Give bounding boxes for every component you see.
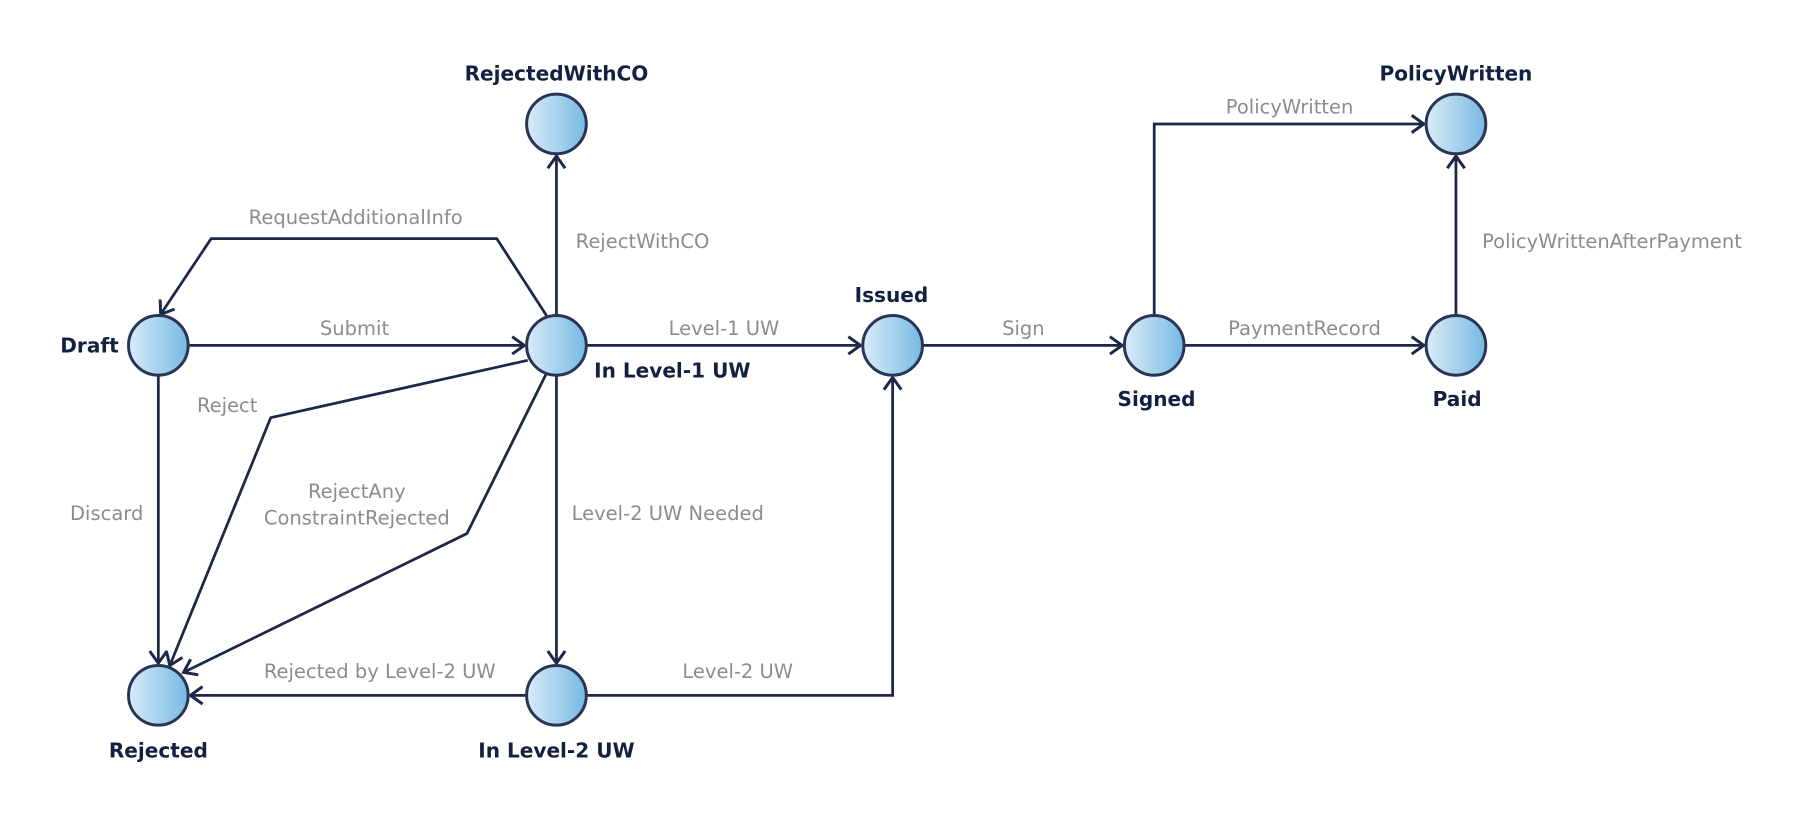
state-node[interactable] — [1122, 314, 1186, 377]
transition-l2needed[interactable]: Level-2 UW Needed — [546, 375, 764, 666]
state-signed[interactable]: Signed — [1118, 314, 1196, 412]
transition-rejl2[interactable]: Rejected by Level-2 UW — [187, 660, 527, 706]
state-policy[interactable]: PolicyWritten — [1380, 61, 1533, 156]
state-node[interactable] — [861, 314, 924, 377]
state-label: Rejected — [109, 738, 208, 762]
transition-rejectco[interactable]: RejectWithCO — [546, 153, 710, 316]
state-label: Issued — [855, 283, 929, 307]
state-node[interactable] — [1424, 314, 1488, 377]
transition-pwap[interactable]: PolicyWrittenAfterPayment — [1446, 153, 1742, 316]
state-issued[interactable]: Issued — [855, 283, 929, 377]
state-rejco[interactable]: RejectedWithCO — [465, 61, 649, 156]
transition-l1uw[interactable]: Level-1 UW — [586, 317, 864, 356]
transition-l2uw[interactable]: Level-2 UW — [586, 374, 903, 697]
state-node[interactable] — [525, 314, 588, 377]
transition-label: Reject — [197, 394, 258, 417]
transition-label: RequestAdditionalInfo — [249, 206, 463, 229]
transition-label: PolicyWritten — [1226, 96, 1354, 119]
transition-rejectany[interactable]: RejectAny ConstraintRejected — [181, 373, 548, 677]
transition-line[interactable] — [1152, 122, 1424, 316]
state-paid[interactable]: Paid — [1424, 314, 1488, 412]
transition-label: Submit — [320, 317, 390, 340]
transition-payment[interactable]: PaymentRecord — [1184, 317, 1427, 356]
state-draft[interactable]: Draft — [60, 314, 190, 377]
state-rejected[interactable]: Rejected — [109, 663, 208, 762]
state-node[interactable] — [1424, 92, 1488, 156]
state-label: Signed — [1118, 387, 1196, 411]
transition-label: Sign — [1002, 317, 1045, 340]
state-label: Draft — [60, 333, 119, 357]
transition-policywritten[interactable]: PolicyWritten — [1152, 96, 1427, 316]
transition-discard[interactable]: Discard — [70, 375, 169, 666]
state-node[interactable] — [127, 663, 190, 727]
state-label: RejectedWithCO — [465, 61, 649, 85]
transition-label: Level-1 UW — [669, 317, 780, 340]
transition-label: Discard — [70, 502, 143, 525]
state-label: PolicyWritten — [1380, 61, 1533, 85]
transition-label: Level-2 UW Needed — [572, 502, 764, 525]
transition-label: Rejected by Level-2 UW — [264, 660, 496, 683]
state-node[interactable] — [127, 314, 190, 377]
transition-sign[interactable]: Sign — [922, 317, 1125, 356]
transition-line[interactable] — [586, 377, 894, 697]
state-label: In Level-2 UW — [478, 738, 634, 762]
state-node[interactable] — [525, 92, 588, 156]
transition-label: RejectAny — [308, 480, 406, 503]
transition-label: ConstraintRejected — [264, 506, 450, 529]
transition-line[interactable] — [159, 237, 549, 318]
state-diagram: Submit RequestAdditionalInfo RejectWithCO L… — [60, 61, 1742, 762]
transition-label: PaymentRecord — [1228, 317, 1381, 340]
state-node[interactable] — [525, 663, 588, 727]
state-label: Paid — [1433, 387, 1482, 411]
transition-label: RejectWithCO — [576, 230, 710, 253]
transition-label: PolicyWrittenAfterPayment — [1482, 230, 1742, 253]
transition-label: Level-2 UW — [682, 660, 793, 683]
state-l2[interactable]: In Level-2 UW — [478, 663, 635, 762]
transition-submit[interactable]: Submit — [188, 317, 527, 356]
transition-reqinfo[interactable]: RequestAdditionalInfo — [158, 206, 549, 318]
state-label: In Level-1 UW — [594, 359, 750, 383]
